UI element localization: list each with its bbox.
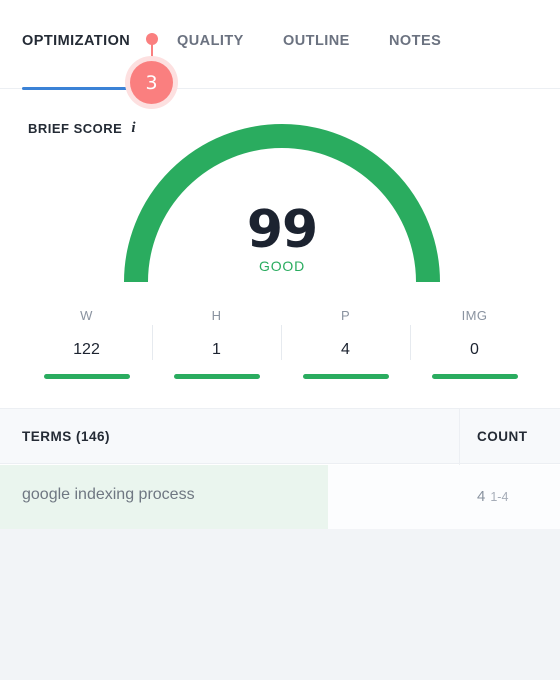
tab-notes[interactable]: NOTES [389, 33, 441, 49]
stat-p: P 4 [281, 308, 410, 379]
stat-p-value: 4 [341, 341, 350, 358]
stat-img: IMG 0 [410, 308, 539, 379]
tab-optimization[interactable]: OPTIMIZATION [22, 33, 130, 49]
stat-h: H 1 [152, 308, 281, 379]
brief-score-gauge: 99 GOOD [124, 124, 440, 286]
active-tab-indicator [22, 87, 135, 90]
terms-column-header[interactable]: TERMS (146) [22, 429, 110, 444]
brief-score-label: BRIEF SCORE i [28, 120, 136, 137]
stat-w-label: W [80, 308, 93, 323]
stat-w: W 122 [22, 308, 151, 379]
tab-outline[interactable]: OUTLINE [283, 33, 350, 49]
count-column-header[interactable]: COUNT [477, 429, 528, 444]
table-row[interactable]: google indexing process 4 1-4 [0, 465, 560, 529]
stat-p-label: P [340, 308, 351, 323]
terms-table: TERMS (146) COUNT google indexing proces… [0, 408, 560, 529]
gauge-score-value: 99 [246, 200, 318, 260]
stat-p-bar [302, 374, 389, 379]
stat-h-bar [173, 374, 260, 379]
stat-h-label: H [211, 308, 222, 323]
stat-w-bar [43, 374, 130, 379]
terms-table-header: TERMS (146) COUNT [0, 408, 560, 464]
term-count-value: 4 [477, 488, 486, 505]
tab-bar: OPTIMIZATION QUALITY OUTLINE NOTES [0, 0, 560, 90]
stat-img-label: IMG [461, 308, 488, 323]
stat-w-value: 122 [73, 341, 100, 358]
content-card: OPTIMIZATION QUALITY OUTLINE NOTES 3 BRI… [0, 0, 560, 529]
term-count-cell: 4 1-4 [477, 488, 508, 505]
stat-h-value: 1 [212, 341, 221, 358]
gauge-status-text: GOOD [259, 258, 305, 274]
stats-row: W 122 H 1 P 4 IMG 0 [0, 308, 560, 388]
optimization-panel-root: OPTIMIZATION QUALITY OUTLINE NOTES 3 BRI… [0, 0, 560, 680]
tab-quality[interactable]: QUALITY [177, 33, 244, 49]
stat-img-value: 0 [470, 341, 479, 358]
term-count-range: 1-4 [490, 490, 509, 504]
brief-score-label-text: BRIEF SCORE [28, 121, 123, 136]
term-text: google indexing process [22, 486, 195, 503]
stat-img-bar [431, 374, 518, 379]
